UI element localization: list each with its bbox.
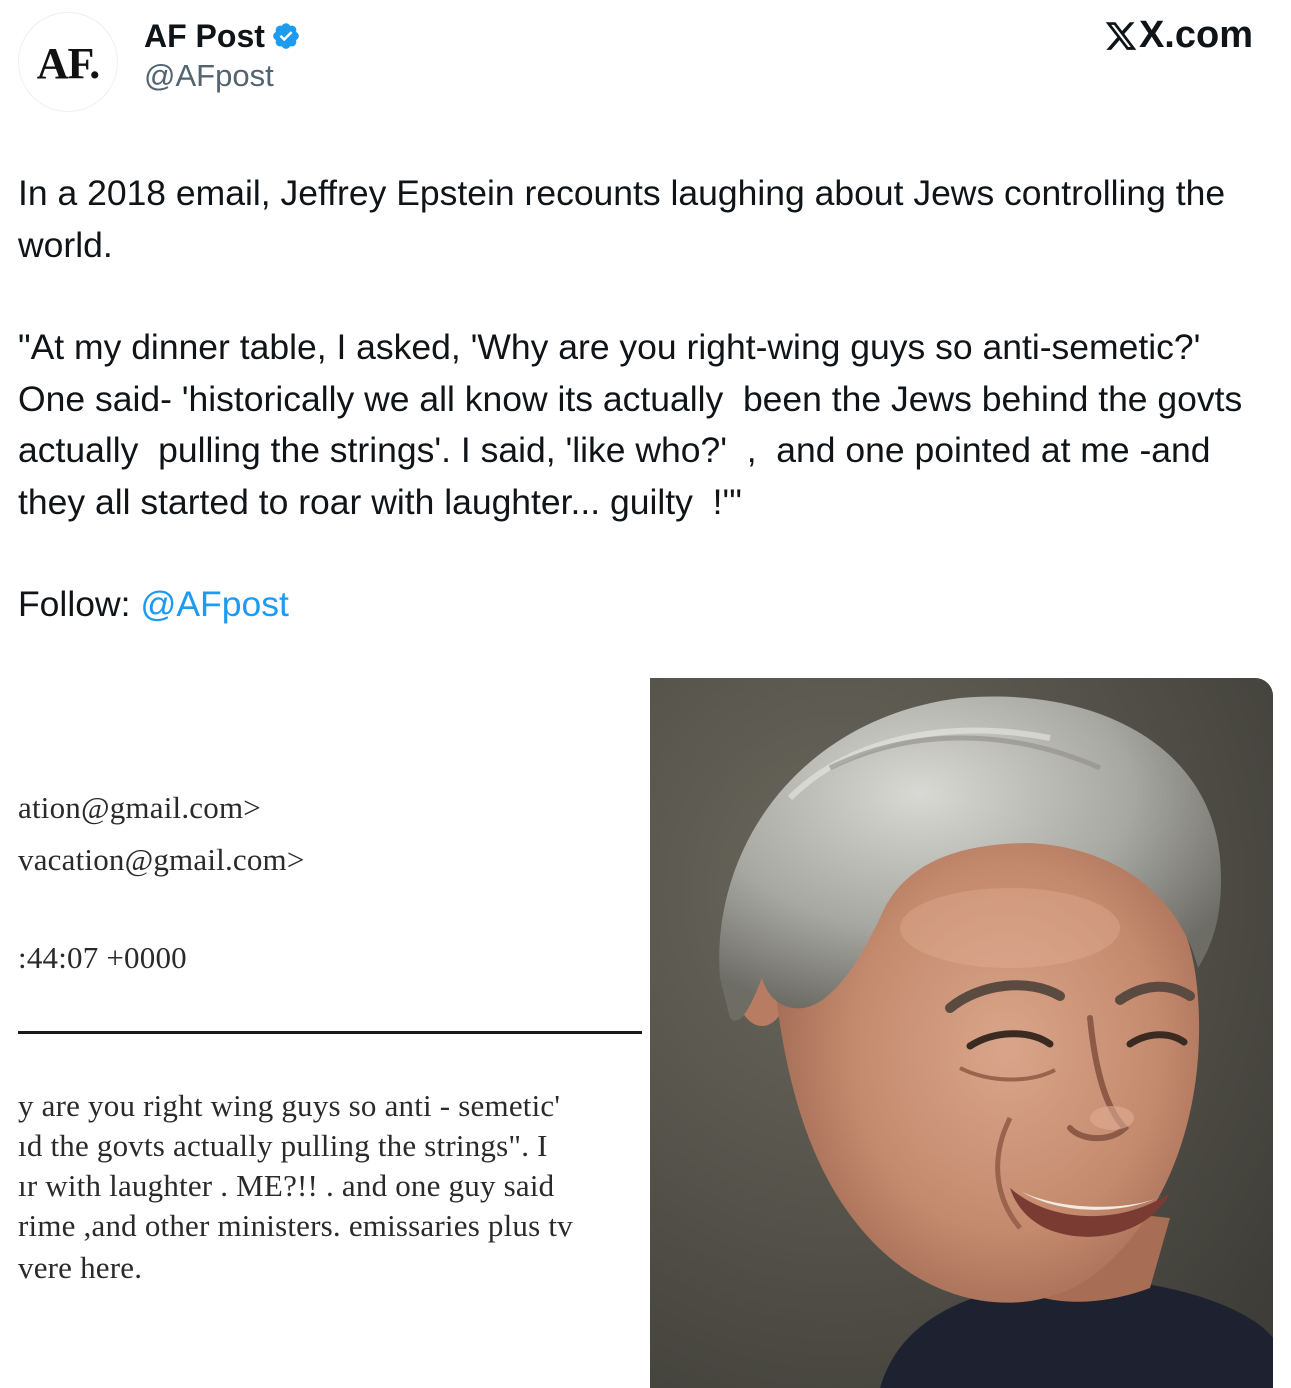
follow-mention-link[interactable]: @AFpost (140, 584, 289, 624)
tweet-media[interactable]: ation@gmail.com> vacation@gmail.com> :44… (0, 678, 1273, 1388)
portrait-photo[interactable] (650, 678, 1273, 1388)
tweet-quote: "At my dinner table, I asked, 'Why are y… (18, 327, 1253, 522)
email-date-line: :44:07 +0000 (18, 940, 187, 975)
tweet-body: In a 2018 email, Jeffrey Epstein recount… (18, 168, 1268, 631)
site-label: X.com (1104, 14, 1253, 57)
tweet-follow-line: Follow: @AFpost (18, 579, 1268, 631)
verified-badge-icon (273, 23, 299, 49)
email-body-line: rime ,and other ministers. emissaries pl… (18, 1208, 573, 1243)
avatar[interactable]: AF. (18, 12, 118, 112)
email-body-line: vere here. (18, 1250, 143, 1285)
avatar-logo-text: AF. (36, 38, 101, 88)
email-from-line: ation@gmail.com> (18, 790, 261, 825)
site-domain: X.com (1138, 14, 1253, 56)
tweet-line-intro: In a 2018 email, Jeffrey Epstein recount… (18, 173, 1235, 265)
email-body-line: ır with laughter . ME?!! . and one guy s… (18, 1168, 555, 1203)
user-handle[interactable]: @AFpost (144, 56, 301, 96)
email-divider (18, 1031, 642, 1034)
tweet-header: AF. AF Post @AFpost X.com (18, 12, 1273, 112)
name-row: AF Post (144, 18, 301, 54)
follow-label: Follow: (18, 584, 141, 624)
email-body-line: ıd the govts actually pulling the string… (18, 1128, 548, 1163)
email-document-image[interactable]: ation@gmail.com> vacation@gmail.com> :44… (0, 678, 650, 1388)
author-info[interactable]: AF Post @AFpost (144, 18, 301, 96)
email-to-line: vacation@gmail.com> (18, 842, 305, 877)
display-name[interactable]: AF Post (144, 18, 265, 54)
portrait-illustration (650, 678, 1273, 1388)
email-body-line: y are you right wing guys so anti - seme… (18, 1088, 561, 1123)
x-logo-icon (1105, 21, 1137, 50)
